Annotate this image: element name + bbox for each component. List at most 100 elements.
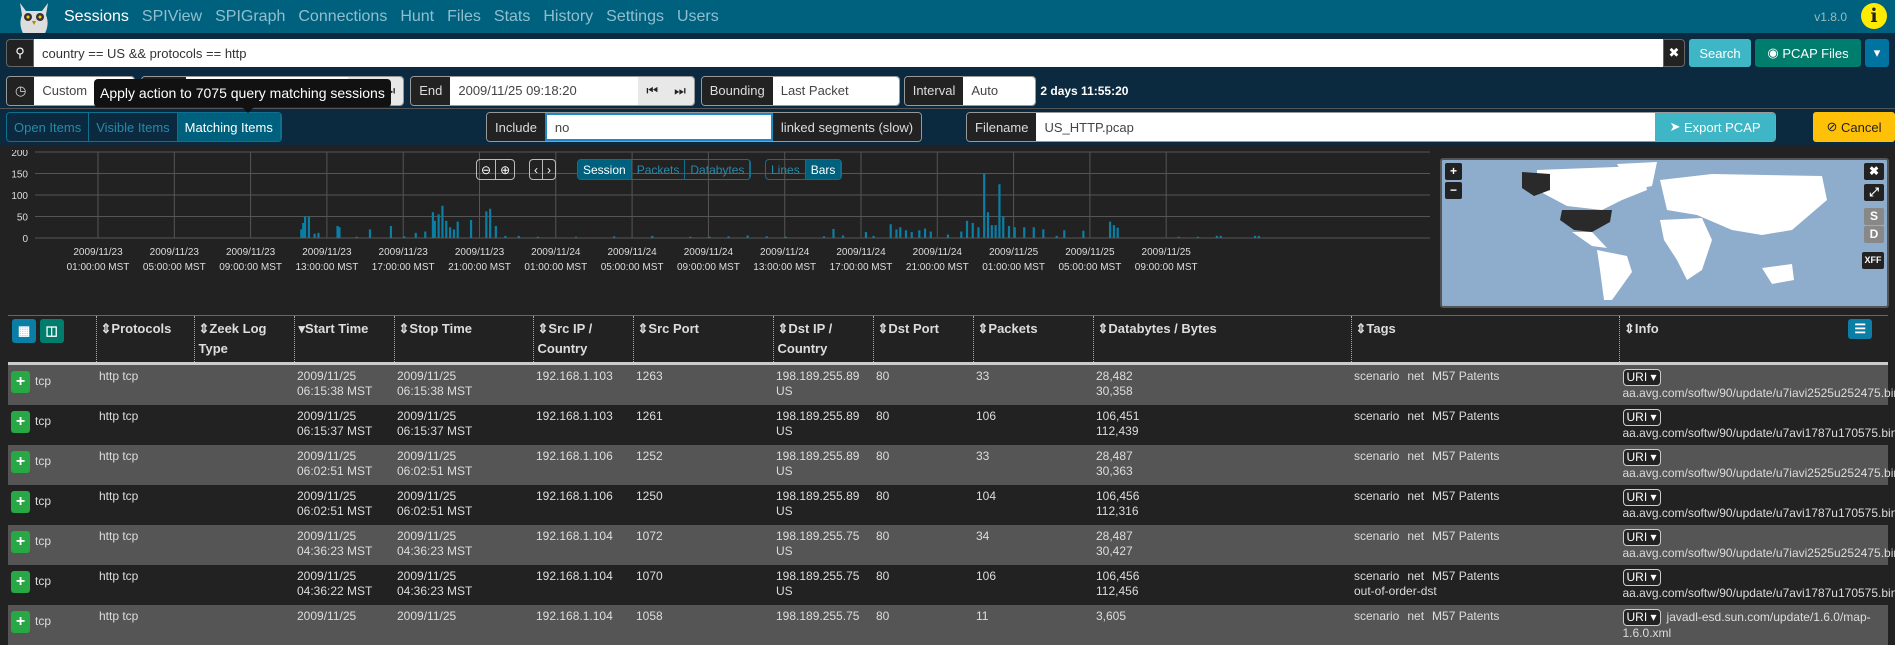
info-value[interactable]: aa.avg.com/softw/90/update/u7avi1787u170… [1623,506,1895,520]
world-map[interactable]: + − ✖ ⤢ S D XFF [1440,158,1889,308]
tag[interactable]: M57 Patents [1432,489,1499,503]
session-row[interactable]: +tcphttp tcp2009/11/2506:02:51 MST2009/1… [8,485,1888,525]
scope-visible-items[interactable]: Visible Items [89,113,177,141]
session-row[interactable]: +tcphttp tcp2009/11/252009/11/25192.168.… [8,605,1888,645]
expand-row-button[interactable]: + [11,531,30,553]
map-src-button[interactable]: S [1864,208,1884,225]
expand-row-button[interactable]: + [11,571,30,593]
nav-hunt[interactable]: Hunt [400,8,434,26]
nav-users[interactable]: Users [677,8,719,26]
uri-dropdown[interactable]: URI ▾ [1623,489,1661,506]
clear-search-button[interactable]: ✖ [1663,39,1685,67]
end-prev-button[interactable]: ⏮ [638,77,666,105]
metric-session[interactable]: Session [578,160,632,179]
tag[interactable]: net [1407,409,1424,423]
zoom-out-icon[interactable]: ⊖ [477,160,496,179]
bounding-select[interactable]: BoundingLast Packet [701,76,900,106]
tag[interactable]: net [1407,529,1424,543]
search-input[interactable]: country == US && protocols == http [34,39,1663,67]
include-select[interactable]: no [545,113,773,141]
column-header-databytes-bytes[interactable]: ⇕Databytes / Bytes [1093,316,1351,364]
session-row[interactable]: +tcphttp tcp2009/11/2506:15:38 MST2009/1… [8,364,1888,406]
expand-row-button[interactable]: + [11,371,30,393]
info-fields-icon[interactable]: ☰ [1848,319,1872,339]
metric-databytes[interactable]: Databytes [685,160,750,179]
column-header-zeek-log-type[interactable]: ⇕Zeek Log Type [194,316,294,364]
info-value[interactable]: aa.avg.com/softw/90/update/u7avi1787u170… [1623,586,1895,600]
map-expand-icon[interactable]: ⤢ [1864,184,1884,201]
cancel-button[interactable]: ⊘ Cancel [1813,112,1895,142]
filename-input[interactable]: US_HTTP.pcap [1036,113,1655,141]
tag[interactable]: M57 Patents [1432,449,1499,463]
info-value[interactable]: aa.avg.com/softw/90/update/u7iavi2525u25… [1623,546,1895,560]
tag[interactable]: net [1407,609,1424,623]
info-icon[interactable]: i [1861,3,1887,29]
column-header-stop-time[interactable]: ⇕Stop Time [394,316,533,364]
interval-select[interactable]: IntervalAuto [904,76,1037,106]
info-value[interactable]: aa.avg.com/softw/90/update/u7iavi2525u25… [1623,466,1895,480]
nav-history[interactable]: History [543,8,593,26]
column-header-start-time[interactable]: ▾Start Time [294,316,394,364]
session-row[interactable]: +tcphttp tcp2009/11/2506:02:51 MST2009/1… [8,445,1888,485]
tag[interactable]: M57 Patents [1432,609,1499,623]
tag[interactable]: out-of-order-dst [1354,584,1609,599]
tag[interactable]: scenario [1354,409,1399,423]
uri-dropdown[interactable]: URI ▾ [1623,529,1661,546]
interval-value[interactable]: Auto [963,77,1035,105]
info-value[interactable]: aa.avg.com/softw/90/update/u7avi1787u170… [1623,426,1895,440]
session-row[interactable]: +tcphttp tcp2009/11/2506:15:37 MST2009/1… [8,405,1888,445]
nav-files[interactable]: Files [447,8,481,26]
search-dropdown-button[interactable]: ▾ [1865,39,1889,67]
export-pcap-button[interactable]: ➤ Export PCAP [1655,113,1775,141]
map-xff-button[interactable]: XFF [1862,252,1884,269]
map-dst-button[interactable]: D [1864,226,1884,243]
uri-dropdown[interactable]: URI ▾ [1623,409,1661,426]
tag[interactable]: net [1407,569,1424,583]
column-header-dst-port[interactable]: ⇕Dst Port [873,316,973,364]
tag[interactable]: scenario [1354,489,1399,503]
uri-dropdown[interactable]: URI ▾ [1623,609,1661,626]
scope-open-items[interactable]: Open Items [7,113,89,141]
uri-dropdown[interactable]: URI ▾ [1623,569,1661,586]
expand-row-button[interactable]: + [11,491,30,513]
map-zoom-in-button[interactable]: + [1445,163,1462,180]
column-picker-icon[interactable]: ▦ [12,319,36,343]
pcap-files-button[interactable]: ◉ PCAP Files [1755,39,1861,67]
pan-left-icon[interactable]: ‹ [530,160,543,179]
column-header-src-port[interactable]: ⇕Src Port [633,316,773,364]
session-row[interactable]: +tcphttp tcp2009/11/2504:36:22 MST2009/1… [8,565,1888,605]
column-header-dst-ip-country[interactable]: ⇕Dst IP / Country [773,316,873,364]
tag[interactable]: M57 Patents [1432,369,1499,383]
uri-dropdown[interactable]: URI ▾ [1623,449,1661,466]
column-header-protocols[interactable]: ⇕Protocols [96,316,194,364]
style-lines[interactable]: Lines [766,160,806,179]
nav-stats[interactable]: Stats [494,8,530,26]
style-bars[interactable]: Bars [806,160,842,179]
nav-connections[interactable]: Connections [298,8,387,26]
tag[interactable]: net [1407,369,1424,383]
tag[interactable]: scenario [1354,529,1399,543]
session-row[interactable]: +tcphttp tcp2009/11/2504:36:23 MST2009/1… [8,525,1888,565]
expand-row-button[interactable]: + [11,411,30,433]
tag[interactable]: M57 Patents [1432,409,1499,423]
tag[interactable]: net [1407,449,1424,463]
nav-spigraph[interactable]: SPIGraph [215,8,285,26]
tag[interactable]: M57 Patents [1432,569,1499,583]
tag[interactable]: scenario [1354,369,1399,383]
expand-row-button[interactable]: + [11,611,30,633]
expand-row-button[interactable]: + [11,451,30,473]
bounding-value[interactable]: Last Packet [773,77,899,105]
tag[interactable]: scenario [1354,569,1399,583]
nav-settings[interactable]: Settings [606,8,664,26]
nav-sessions[interactable]: Sessions [64,8,129,26]
zoom-in-icon[interactable]: ⊕ [496,160,514,179]
uri-dropdown[interactable]: URI ▾ [1623,369,1661,386]
column-header-info[interactable]: ⇕Info☰ [1620,316,1889,364]
info-value[interactable]: aa.avg.com/softw/90/update/u7iavi2525u25… [1623,386,1895,400]
scope-matching-items[interactable]: Matching Items [178,113,281,141]
nav-spiview[interactable]: SPIView [142,8,202,26]
search-button[interactable]: Search [1689,39,1751,67]
end-time-input[interactable]: 2009/11/25 09:18:20 [450,77,638,105]
tag[interactable]: M57 Patents [1432,529,1499,543]
column-layout-icon[interactable]: ◫ [40,319,64,343]
